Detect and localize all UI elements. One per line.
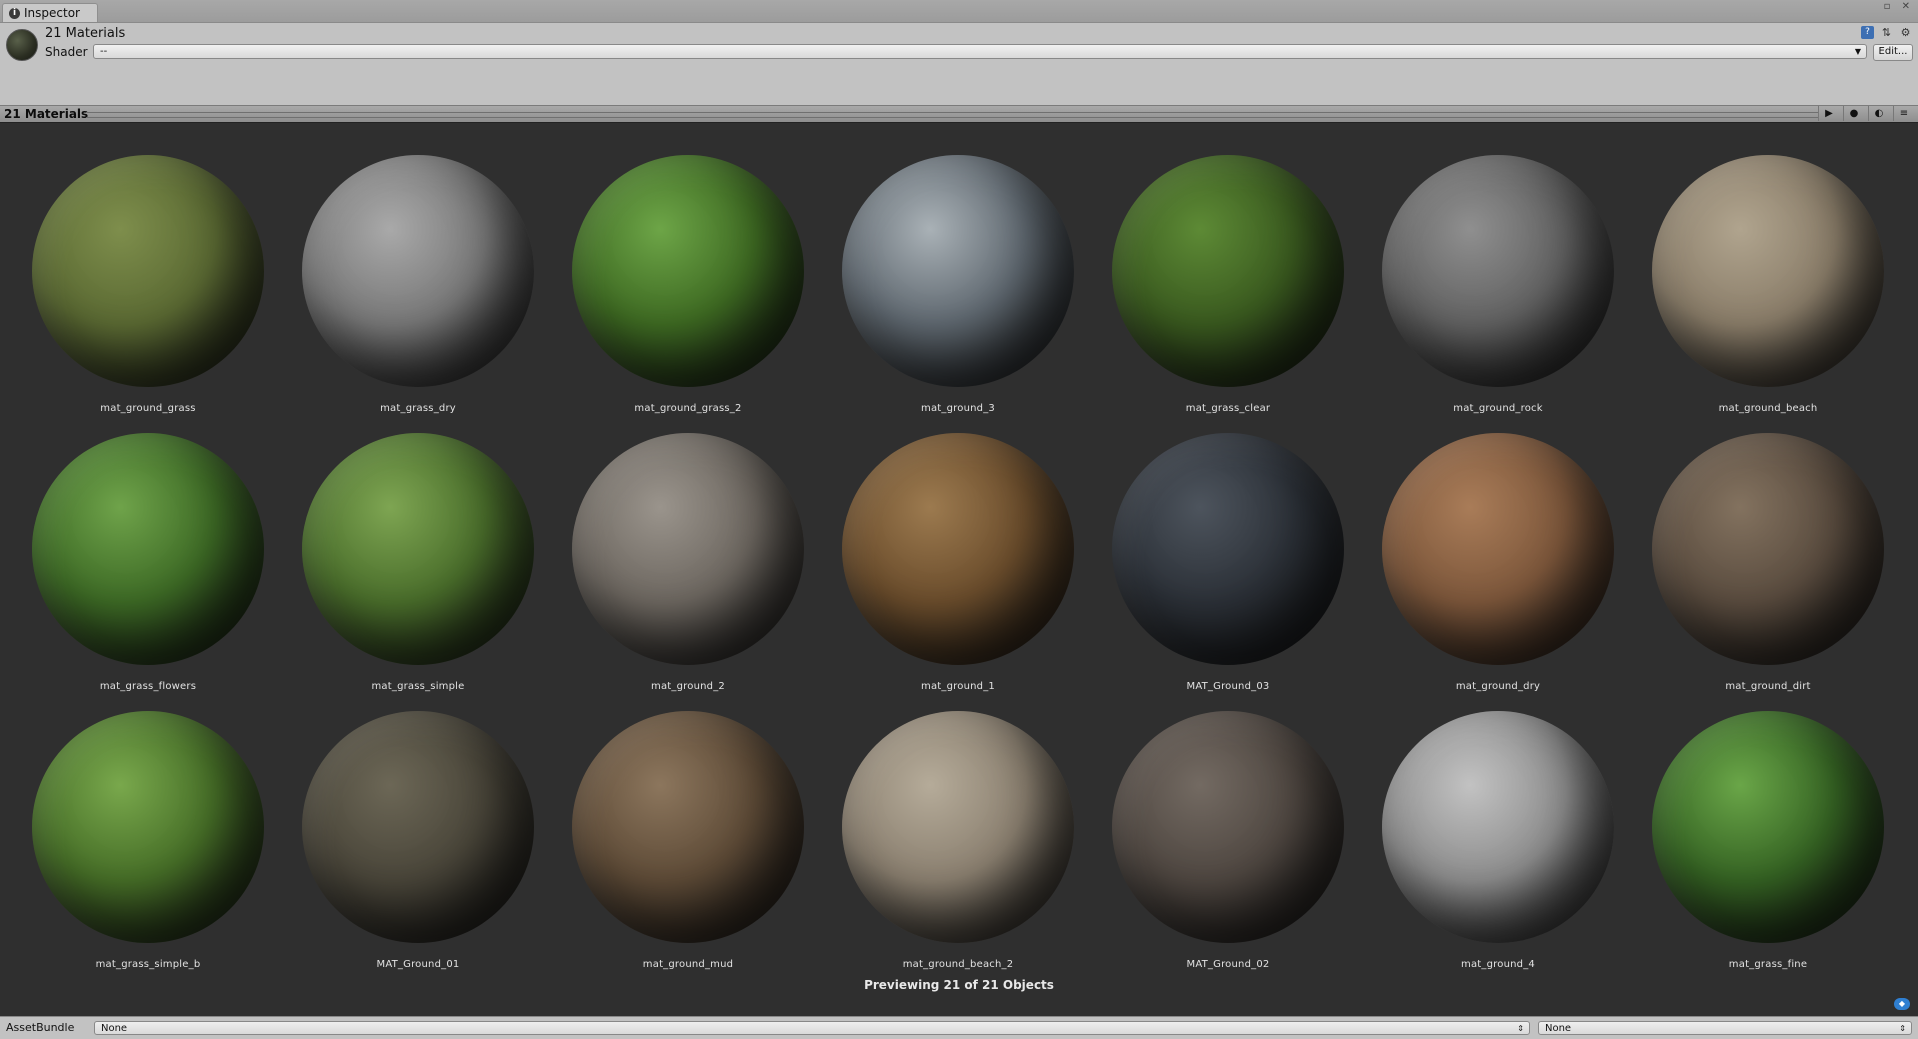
tab-label: Inspector — [24, 6, 80, 20]
material-item[interactable]: mat_ground_rock — [1378, 155, 1618, 425]
material-name: MAT_Ground_01 — [376, 959, 460, 970]
material-item[interactable]: mat_ground_4 — [1378, 711, 1618, 981]
menu-icon[interactable]: ≡ — [1893, 106, 1914, 121]
material-item[interactable]: MAT_Ground_03 — [1108, 433, 1348, 703]
material-preview-sphere — [32, 433, 264, 665]
material-preview-sphere — [1652, 155, 1884, 387]
material-item[interactable]: mat_ground_beach_2 — [838, 711, 1078, 981]
lighting-icon[interactable]: ◐ — [1868, 106, 1889, 121]
window-controls[interactable]: ▫ ✕ — [1884, 1, 1914, 12]
material-name: mat_ground_dry — [1455, 681, 1541, 692]
material-preview-sphere — [1112, 433, 1344, 665]
material-item[interactable]: mat_ground_2 — [568, 433, 808, 703]
material-preview-sphere — [302, 711, 534, 943]
material-preview-sphere — [842, 433, 1074, 665]
material-preview-sphere — [1112, 711, 1344, 943]
asset-bundle-dropdown[interactable]: None ⇕ — [94, 1021, 1530, 1035]
material-name: mat_grass_fine — [1728, 959, 1808, 970]
material-item[interactable]: mat_ground_dry — [1378, 433, 1618, 703]
info-icon: i — [9, 7, 20, 19]
inspector-title: 21 Materials — [45, 26, 126, 41]
material-item[interactable]: mat_grass_dry — [298, 155, 538, 425]
material-preview-sphere — [572, 711, 804, 943]
settings-gear-icon[interactable]: ⚙ — [1899, 26, 1912, 39]
asset-bundle-variant-dropdown[interactable]: None ⇕ — [1538, 1021, 1912, 1035]
material-preview-sphere — [842, 155, 1074, 387]
material-preview-sphere — [842, 711, 1074, 943]
material-name: mat_ground_beach_2 — [902, 959, 1014, 970]
preset-icon[interactable]: ⇅ — [1880, 26, 1893, 39]
material-name: mat_grass_simple — [371, 681, 465, 692]
material-preview-sphere — [1382, 433, 1614, 665]
material-item[interactable]: mat_grass_simple — [298, 433, 538, 703]
material-name: mat_ground_grass_2 — [634, 403, 742, 414]
material-item[interactable]: mat_ground_dirt — [1648, 433, 1888, 703]
material-name: mat_ground_2 — [651, 681, 725, 692]
material-name: mat_grass_dry — [380, 403, 456, 414]
shader-dropdown[interactable]: -- ▼ — [93, 44, 1867, 59]
play-icon[interactable]: ▶ — [1818, 106, 1839, 121]
material-name: mat_ground_dirt — [1725, 681, 1811, 692]
material-item[interactable]: mat_grass_clear — [1108, 155, 1348, 425]
material-name: MAT_Ground_03 — [1186, 681, 1270, 692]
material-preview-sphere — [1382, 155, 1614, 387]
dropdown-arrow-icon: ⇕ — [1517, 1024, 1524, 1033]
tab-inspector[interactable]: i Inspector — [2, 3, 98, 22]
preview-title: 21 Materials — [4, 107, 89, 121]
window-tab-bar: i Inspector ▫ ✕ — [0, 0, 1918, 23]
label-tag-icon[interactable]: ◆ — [1894, 998, 1910, 1010]
material-name: mat_ground_1 — [921, 681, 995, 692]
material-item[interactable]: mat_ground_grass — [28, 155, 268, 425]
material-name: mat_ground_rock — [1453, 403, 1543, 414]
material-preview-sphere — [302, 433, 534, 665]
preview-resize-handle[interactable] — [86, 112, 1818, 118]
header-icons: ? ⇅ ⚙ — [1861, 26, 1912, 39]
asset-bundle-value: None — [101, 1023, 128, 1034]
material-preview-sphere — [1652, 433, 1884, 665]
material-preview-sphere — [1382, 711, 1614, 943]
material-thumbnail — [6, 29, 38, 61]
material-name: mat_ground_beach — [1718, 403, 1818, 414]
material-item[interactable]: MAT_Ground_02 — [1108, 711, 1348, 981]
preview-buttons: ▶ ● ◐ ≡ — [1818, 106, 1914, 121]
sphere-preview-icon[interactable]: ● — [1843, 106, 1864, 121]
material-item[interactable]: mat_ground_mud — [568, 711, 808, 981]
material-name: mat_grass_flowers — [99, 681, 197, 692]
material-item[interactable]: MAT_Ground_01 — [298, 711, 538, 981]
material-preview-sphere — [302, 155, 534, 387]
asset-bundle-bar: AssetBundle None ⇕ None ⇕ — [0, 1016, 1918, 1039]
material-item[interactable]: mat_ground_3 — [838, 155, 1078, 425]
material-name: mat_ground_grass — [100, 403, 196, 414]
dropdown-arrow-icon: ▼ — [1854, 47, 1861, 56]
shader-label: Shader — [45, 45, 88, 59]
material-item[interactable]: mat_ground_beach — [1648, 155, 1888, 425]
material-preview-sphere — [572, 433, 804, 665]
dropdown-arrow-icon: ⇕ — [1899, 1024, 1906, 1033]
material-name: mat_grass_clear — [1185, 403, 1271, 414]
material-item[interactable]: mat_ground_1 — [838, 433, 1078, 703]
material-preview-sphere — [1652, 711, 1884, 943]
preview-title-bar: 21 Materials ▶ ● ◐ ≡ — [0, 106, 1918, 123]
edit-shader-button[interactable]: Edit... — [1873, 44, 1913, 61]
inspector-header: 21 Materials Shader -- ▼ Edit... ? ⇅ ⚙ — [0, 23, 1918, 106]
material-preview-sphere — [1112, 155, 1344, 387]
material-name: mat_ground_3 — [921, 403, 995, 414]
material-name: MAT_Ground_02 — [1186, 959, 1270, 970]
help-book-icon[interactable]: ? — [1861, 26, 1874, 39]
material-preview-sphere — [572, 155, 804, 387]
material-item[interactable]: mat_grass_simple_b — [28, 711, 268, 981]
material-item[interactable]: mat_grass_fine — [1648, 711, 1888, 981]
shader-value: -- — [100, 46, 108, 57]
material-name: mat_ground_mud — [642, 959, 734, 970]
material-name: mat_ground_4 — [1461, 959, 1535, 970]
asset-bundle-label: AssetBundle — [6, 1021, 75, 1034]
material-preview-sphere — [32, 155, 264, 387]
material-item[interactable]: mat_ground_grass_2 — [568, 155, 808, 425]
material-preview-grid: Previewing 21 of 21 Objects ◆ mat_ground… — [0, 123, 1918, 1016]
material-name: mat_grass_simple_b — [95, 959, 201, 970]
material-item[interactable]: mat_grass_flowers — [28, 433, 268, 703]
asset-bundle-variant-value: None — [1545, 1023, 1572, 1034]
material-preview-sphere — [32, 711, 264, 943]
